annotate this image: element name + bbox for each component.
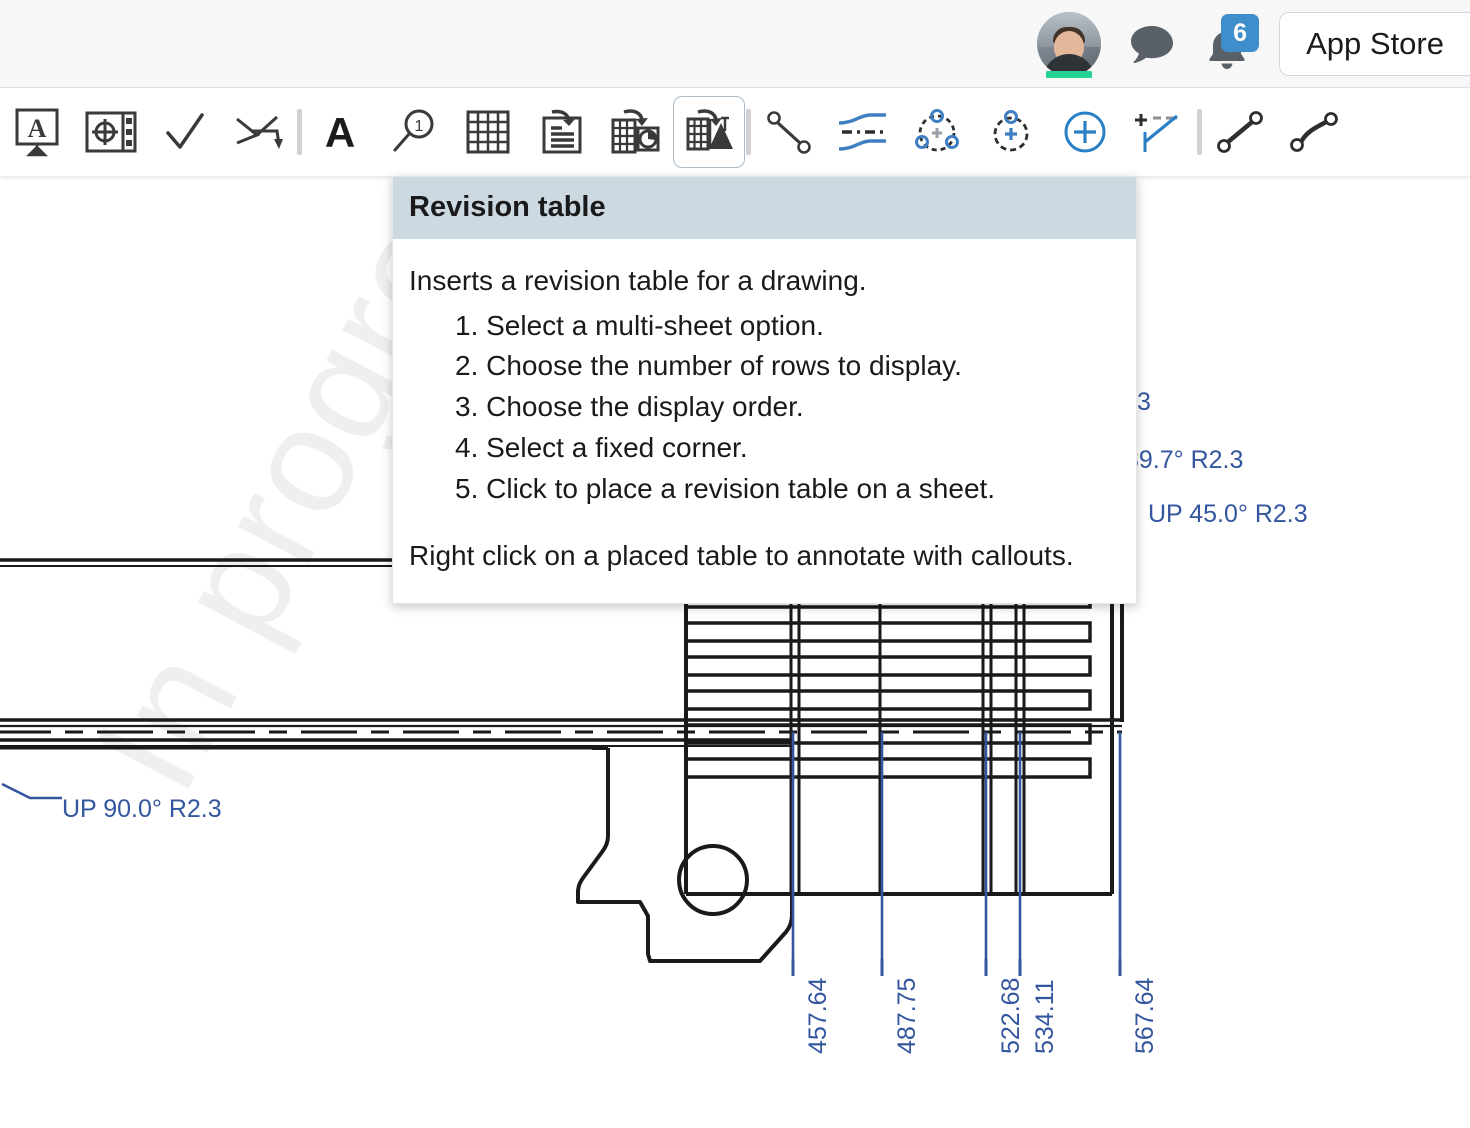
tooltip-intro: Inserts a revision table for a drawing. — [409, 261, 1120, 302]
bolt-circle-centermark-icon[interactable] — [900, 95, 974, 169]
bill-of-materials-icon[interactable] — [525, 95, 599, 169]
tooltip-footer: Right click on a placed table to annotat… — [409, 536, 1120, 577]
dimension-522-68[interactable]: 522.68 — [997, 978, 1026, 1054]
spline-tool-icon[interactable] — [1277, 95, 1351, 169]
svg-text:A: A — [28, 114, 47, 143]
tooltip-step-4: 4. Select a fixed corner. — [409, 428, 1120, 469]
tooltip-step-2: 2. Choose the number of rows to display. — [409, 346, 1120, 387]
drawing-toolbar: A — [0, 88, 1470, 176]
centerline-icon[interactable] — [826, 95, 900, 169]
toolbar-divider-3 — [1196, 109, 1203, 155]
tooltip-step-5: 5. Click to place a revision table on a … — [409, 469, 1120, 510]
bell-icon[interactable]: 6 — [1203, 18, 1251, 70]
insert-table-icon[interactable] — [451, 95, 525, 169]
top-bar-right-cluster: 6 App Store — [1037, 0, 1470, 88]
bend-note-partial-2[interactable]: 39.7° R2.3 — [1125, 446, 1243, 475]
tooltip-step-3: 3. Choose the display order. — [409, 387, 1120, 428]
app-store-button[interactable]: App Store — [1279, 12, 1470, 76]
top-bar: 6 App Store — [0, 0, 1470, 88]
bend-note-up-45[interactable]: UP 45.0° R2.3 — [1148, 500, 1308, 529]
surface-finish-icon[interactable] — [148, 95, 222, 169]
toolbar-divider-1 — [296, 109, 303, 155]
sketch-line-icon[interactable] — [752, 95, 826, 169]
weld-symbol-icon[interactable] — [222, 95, 296, 169]
avatar[interactable] — [1037, 12, 1101, 76]
bend-note-partial-1[interactable]: 3 — [1137, 388, 1151, 417]
tooltip-step-1: 1. Select a multi-sheet option. — [409, 306, 1120, 347]
avatar-online-status — [1046, 71, 1092, 78]
chat-bubble-icon[interactable] — [1129, 21, 1175, 67]
insert-text-icon[interactable]: A — [303, 95, 377, 169]
dimension-567-64[interactable]: 567.64 — [1131, 978, 1160, 1054]
bend-note-up-90[interactable]: UP 90.0° R2.3 — [62, 795, 222, 824]
svg-text:A: A — [325, 110, 355, 154]
tooltip-title: Revision table — [393, 177, 1136, 239]
insert-note-icon[interactable]: A — [0, 95, 74, 169]
line-tool-icon[interactable] — [1203, 95, 1277, 169]
dimension-457-64[interactable]: 457.64 — [804, 978, 833, 1054]
center-mark-icon[interactable] — [974, 95, 1048, 169]
tooltip-step-list: 1. Select a multi-sheet option. 2. Choos… — [409, 306, 1120, 510]
hole-circle — [679, 846, 747, 914]
add-centerpoint-icon[interactable] — [1048, 95, 1122, 169]
dimension-534-11[interactable]: 534.11 — [1031, 979, 1060, 1054]
centerline-two-edges-icon[interactable] — [1122, 95, 1196, 169]
toolbar-divider-2 — [745, 109, 752, 155]
detail-view-icon[interactable]: 1 — [377, 95, 451, 169]
insert-parts-table-icon[interactable] — [599, 95, 673, 169]
dimension-487-75[interactable]: 487.75 — [893, 978, 922, 1054]
avatar-image — [1037, 12, 1101, 76]
app-root: 6 App Store A — [0, 0, 1470, 1128]
revision-table-tooltip: Revision table Inserts a revision table … — [392, 176, 1137, 604]
insert-datum-icon[interactable] — [74, 95, 148, 169]
notification-badge[interactable]: 6 — [1221, 14, 1259, 52]
revision-table-icon[interactable] — [673, 96, 745, 168]
tooltip-body: Inserts a revision table for a drawing. … — [393, 239, 1136, 603]
svg-text:1: 1 — [415, 118, 424, 135]
